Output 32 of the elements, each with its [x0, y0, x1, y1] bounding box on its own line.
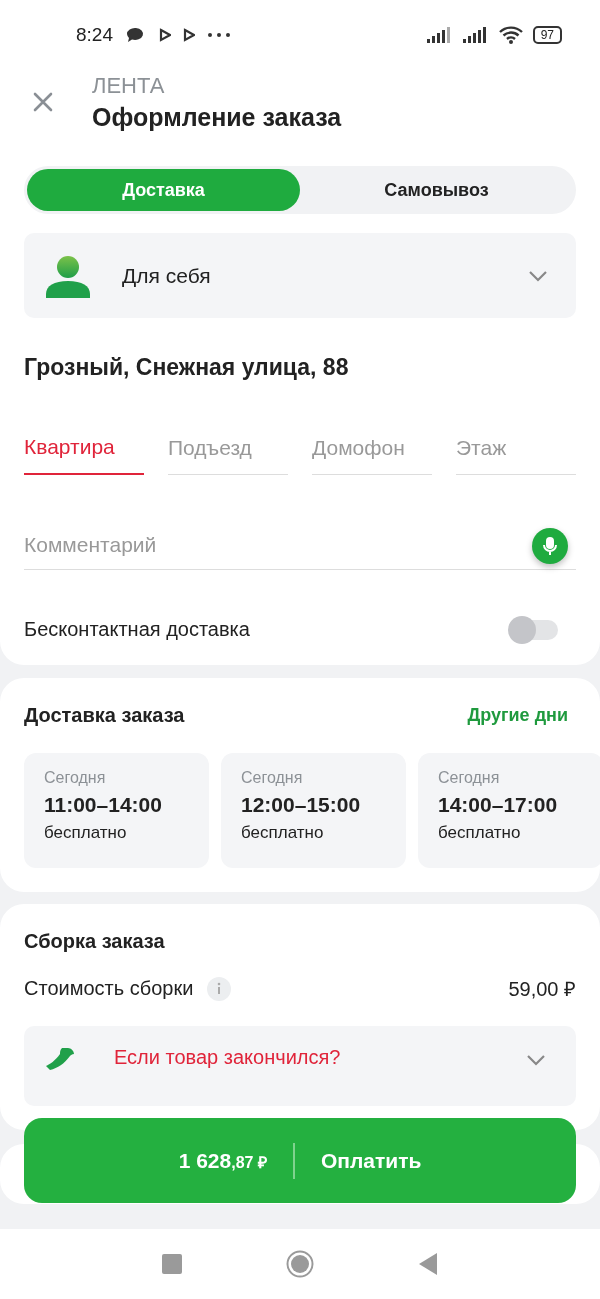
- chevron-down-icon: [528, 269, 548, 282]
- close-icon[interactable]: [32, 91, 54, 113]
- section-title: Сборка заказа: [24, 930, 166, 953]
- battery-icon: 97: [532, 26, 562, 44]
- out-of-stock-dropdown[interactable]: Если товар закончился?: [24, 1026, 576, 1106]
- time-slot[interactable]: Сегодня 11:00–14:00 бесплатно: [24, 753, 209, 868]
- tab[interactable]: Самовывоз: [300, 169, 573, 211]
- play-icon: [183, 28, 195, 42]
- section-title: Доставка заказа: [24, 704, 185, 727]
- play-icon: [159, 28, 171, 42]
- other-days-link[interactable]: Другие дни: [467, 705, 568, 726]
- back-icon[interactable]: [418, 1253, 438, 1275]
- cost-label: Стоимость сборки: [24, 977, 194, 1000]
- home-icon[interactable]: [286, 1250, 314, 1278]
- microphone-button[interactable]: [532, 528, 568, 564]
- wifi-icon: [498, 26, 523, 44]
- toggle-label: Бесконтактная доставка: [24, 618, 250, 641]
- time-slot[interactable]: Сегодня 12:00–15:00 бесплатно: [221, 753, 406, 868]
- time-slot[interactable]: Сегодня 14:00–17:00 бесплатно: [418, 753, 600, 868]
- page-title: Оформление заказа: [92, 102, 342, 132]
- store-name: ЛЕНТА: [92, 72, 166, 99]
- person-icon: [44, 253, 92, 298]
- more-icon: [207, 32, 231, 38]
- microphone-icon: [543, 536, 557, 556]
- signal-icon: [462, 27, 489, 43]
- chevron-down-icon: [526, 1054, 546, 1066]
- recipient-selector[interactable]: Для себя: [24, 233, 576, 318]
- signal-icon: [426, 27, 453, 43]
- info-icon[interactable]: [207, 976, 232, 1001]
- cost-value: 59,00 ₽: [508, 977, 576, 1002]
- delivery-address: Грозный, Снежная улица, 88: [24, 354, 350, 381]
- status-time: 8:24: [76, 24, 113, 46]
